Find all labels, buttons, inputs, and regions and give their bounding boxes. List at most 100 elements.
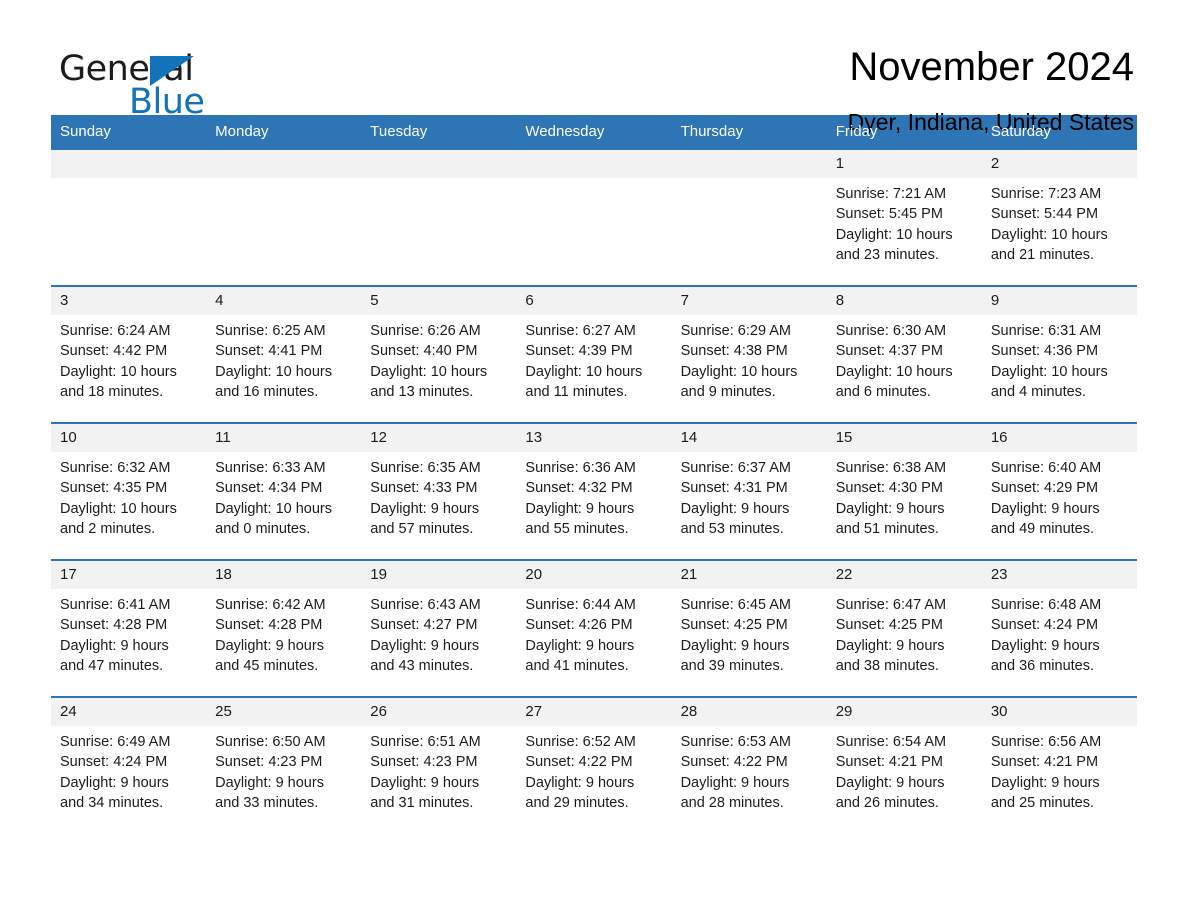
day-cell-2[interactable]: 2 Sunrise: 7:23 AM Sunset: 5:44 PM Daylight…	[981, 150, 1137, 285]
day-cell-15[interactable]: 15 Sunrise: 6:38 AM Sunset: 4:30 PM Dayligh…	[826, 424, 982, 559]
day-detail-line: Sunset: 4:34 PM	[215, 480, 323, 497]
day-cell-27[interactable]: 27 Sunrise: 6:52 AM Sunset: 4:22 PM Dayligh…	[516, 698, 672, 833]
day-detail-line: Daylight: 10 hours	[215, 363, 333, 380]
day-number: 21	[671, 561, 827, 589]
day-cell-19[interactable]: 19 Sunrise: 6:43 AM Sunset: 4:27 PM Dayligh…	[361, 561, 517, 696]
day-cell-8[interactable]: 8 Sunrise: 6:30 AM Sunset: 4:37 PM Daylight…	[826, 287, 982, 422]
day-number: 9	[981, 287, 1137, 315]
day-detail-line: Sunset: 4:24 PM	[60, 754, 168, 771]
day-cell-5[interactable]: 5 Sunrise: 6:26 AM Sunset: 4:40 PM Daylight…	[361, 287, 517, 422]
general-blue-logo[interactable]: General Blue	[51, 44, 271, 124]
day-details: Sunrise: 6:27 AM Sunset: 4:39 PM Daylight:…	[516, 315, 671, 402]
day-details: Sunrise: 6:33 AM Sunset: 4:34 PM Daylight:…	[206, 452, 361, 539]
day-detail-line: Sunset: 4:32 PM	[525, 480, 633, 497]
day-details: Sunrise: 6:51 AM Sunset: 4:23 PM Daylight:…	[361, 726, 516, 813]
day-details: Sunrise: 6:43 AM Sunset: 4:27 PM Daylight:…	[361, 589, 516, 676]
day-details: Sunrise: 7:21 AM Sunset: 5:45 PM Daylight:…	[827, 178, 982, 265]
day-cell-9[interactable]: 9 Sunrise: 6:31 AM Sunset: 4:36 PM Daylight…	[981, 287, 1137, 422]
day-cell-11[interactable]: 11 Sunrise: 6:33 AM Sunset: 4:34 PM Dayligh…	[206, 424, 362, 559]
day-detail-line: and 26 minutes.	[835, 794, 939, 811]
calendar-grid: Sunday Monday Tuesday Wednesday Thursday Frid…	[51, 115, 1137, 833]
day-detail-line: Sunset: 4:21 PM	[990, 754, 1099, 771]
calendar-page: General Blue November 2024 Dyer, Indiana…	[0, 0, 1188, 918]
day-details: Sunrise: 6:48 AM Sunset: 4:24 PM Daylight:…	[982, 589, 1137, 676]
day-detail-line: and 33 minutes.	[215, 794, 319, 811]
day-detail-line: Sunset: 4:22 PM	[525, 754, 633, 771]
day-details: Sunrise: 7:23 AM Sunset: 5:44 PM Daylight:…	[982, 178, 1137, 265]
day-number: 1	[826, 150, 982, 178]
day-details: Sunrise: 6:45 AM Sunset: 4:25 PM Daylight:…	[672, 589, 827, 676]
calendar-week-row: 24 Sunrise: 6:49 AM Sunset: 4:24 PM Dayligh…	[51, 696, 1137, 833]
day-number: 19	[361, 561, 517, 589]
day-detail-line: Daylight: 9 hours	[370, 637, 480, 654]
day-cell-21[interactable]: 21 Sunrise: 6:45 AM Sunset: 4:25 PM Dayligh…	[671, 561, 827, 696]
day-cell-10[interactable]: 10 Sunrise: 6:32 AM Sunset: 4:35 PM Dayligh…	[51, 424, 207, 559]
page-title: November 2024	[849, 45, 1134, 89]
day-cell-6[interactable]: 6 Sunrise: 6:27 AM Sunset: 4:39 PM Daylight…	[516, 287, 672, 422]
day-number: 13	[516, 424, 672, 452]
day-cell-26[interactable]: 26 Sunrise: 6:51 AM Sunset: 4:23 PM Dayligh…	[361, 698, 517, 833]
day-detail-line: Sunset: 4:28 PM	[215, 617, 323, 634]
day-details: Sunrise: 6:44 AM Sunset: 4:26 PM Daylight:…	[516, 589, 671, 676]
day-detail-line: Daylight: 9 hours	[525, 500, 635, 517]
day-cell-30[interactable]: 30 Sunrise: 6:56 AM Sunset: 4:21 PM Dayligh…	[981, 698, 1137, 833]
day-details: Sunrise: 6:53 AM Sunset: 4:22 PM Daylight:…	[672, 726, 827, 813]
day-detail-line: Sunset: 4:24 PM	[990, 617, 1099, 634]
day-detail-line: Sunset: 4:25 PM	[680, 617, 788, 634]
day-number: 11	[206, 424, 362, 452]
day-detail-line: Sunrise: 6:30 AM	[835, 323, 947, 339]
day-detail-line: and 57 minutes.	[370, 520, 474, 537]
day-detail-line: Sunset: 4:23 PM	[215, 754, 323, 771]
day-cell-16[interactable]: 16 Sunrise: 6:40 AM Sunset: 4:29 PM Dayligh…	[981, 424, 1137, 559]
day-detail-line: Daylight: 10 hours	[60, 500, 177, 517]
day-number: 14	[671, 424, 827, 452]
day-details: Sunrise: 6:52 AM Sunset: 4:22 PM Daylight:…	[516, 726, 671, 813]
day-details	[206, 178, 361, 184]
day-cell-12[interactable]: 12 Sunrise: 6:35 AM Sunset: 4:33 PM Dayligh…	[361, 424, 517, 559]
day-cell-14[interactable]: 14 Sunrise: 6:37 AM Sunset: 4:31 PM Dayligh…	[671, 424, 827, 559]
day-detail-line: Daylight: 9 hours	[835, 500, 945, 517]
day-detail-line: Daylight: 9 hours	[990, 637, 1100, 654]
day-cell-20[interactable]: 20 Sunrise: 6:44 AM Sunset: 4:26 PM Dayligh…	[516, 561, 672, 696]
day-cell-17[interactable]: 17 Sunrise: 6:41 AM Sunset: 4:28 PM Dayligh…	[51, 561, 207, 696]
day-detail-line: Sunset: 4:22 PM	[680, 754, 788, 771]
day-cell-29[interactable]: 29 Sunrise: 6:54 AM Sunset: 4:21 PM Dayligh…	[826, 698, 982, 833]
day-detail-line: Sunrise: 6:51 AM	[370, 734, 481, 750]
day-detail-line: Daylight: 9 hours	[680, 774, 790, 791]
day-cell-25[interactable]: 25 Sunrise: 6:50 AM Sunset: 4:23 PM Dayligh…	[206, 698, 362, 833]
day-cell-1[interactable]: 1 Sunrise: 7:21 AM Sunset: 5:45 PM Daylight…	[826, 150, 982, 285]
day-number: 16	[981, 424, 1137, 452]
day-cell-28[interactable]: 28 Sunrise: 6:53 AM Sunset: 4:22 PM Dayligh…	[671, 698, 827, 833]
day-detail-line: Sunrise: 6:26 AM	[370, 323, 481, 339]
day-cell-23[interactable]: 23 Sunrise: 6:48 AM Sunset: 4:24 PM Dayligh…	[981, 561, 1137, 696]
day-details: Sunrise: 6:29 AM Sunset: 4:38 PM Daylight:…	[672, 315, 827, 402]
day-cell-4[interactable]: 4 Sunrise: 6:25 AM Sunset: 4:41 PM Daylight…	[206, 287, 362, 422]
day-number	[361, 150, 517, 178]
day-detail-line: Sunset: 5:44 PM	[990, 206, 1099, 223]
day-cell-3[interactable]: 3 Sunrise: 6:24 AM Sunset: 4:42 PM Daylight…	[51, 287, 207, 422]
day-number: 7	[671, 287, 827, 315]
day-number: 15	[826, 424, 982, 452]
day-details	[516, 178, 671, 184]
day-number: 29	[826, 698, 982, 726]
day-cell-13[interactable]: 13 Sunrise: 6:36 AM Sunset: 4:32 PM Dayligh…	[516, 424, 672, 559]
day-detail-line: Sunrise: 6:35 AM	[370, 460, 481, 476]
day-number: 10	[51, 424, 207, 452]
day-cell-24[interactable]: 24 Sunrise: 6:49 AM Sunset: 4:24 PM Dayligh…	[51, 698, 207, 833]
day-detail-line: and 9 minutes.	[680, 383, 776, 400]
day-detail-line: Sunrise: 7:23 AM	[990, 186, 1102, 202]
day-cell-7[interactable]: 7 Sunrise: 6:29 AM Sunset: 4:38 PM Daylight…	[671, 287, 827, 422]
day-detail-line: Sunrise: 6:56 AM	[990, 734, 1102, 750]
day-cell-18[interactable]: 18 Sunrise: 6:42 AM Sunset: 4:28 PM Dayligh…	[206, 561, 362, 696]
day-detail-line: and 34 minutes.	[60, 794, 164, 811]
day-details: Sunrise: 6:35 AM Sunset: 4:33 PM Daylight:…	[361, 452, 516, 539]
day-number	[206, 150, 362, 178]
day-detail-line: Daylight: 10 hours	[215, 500, 333, 517]
day-detail-line: and 38 minutes.	[835, 657, 939, 674]
calendar-week-row: 10 Sunrise: 6:32 AM Sunset: 4:35 PM Dayligh…	[51, 422, 1137, 559]
day-detail-line: Daylight: 10 hours	[60, 363, 177, 380]
day-cell-22[interactable]: 22 Sunrise: 6:47 AM Sunset: 4:25 PM Dayligh…	[826, 561, 982, 696]
weekday-header-friday: Friday	[835, 123, 878, 140]
day-detail-line: and 36 minutes.	[990, 657, 1095, 674]
day-detail-line: Daylight: 9 hours	[835, 774, 945, 791]
